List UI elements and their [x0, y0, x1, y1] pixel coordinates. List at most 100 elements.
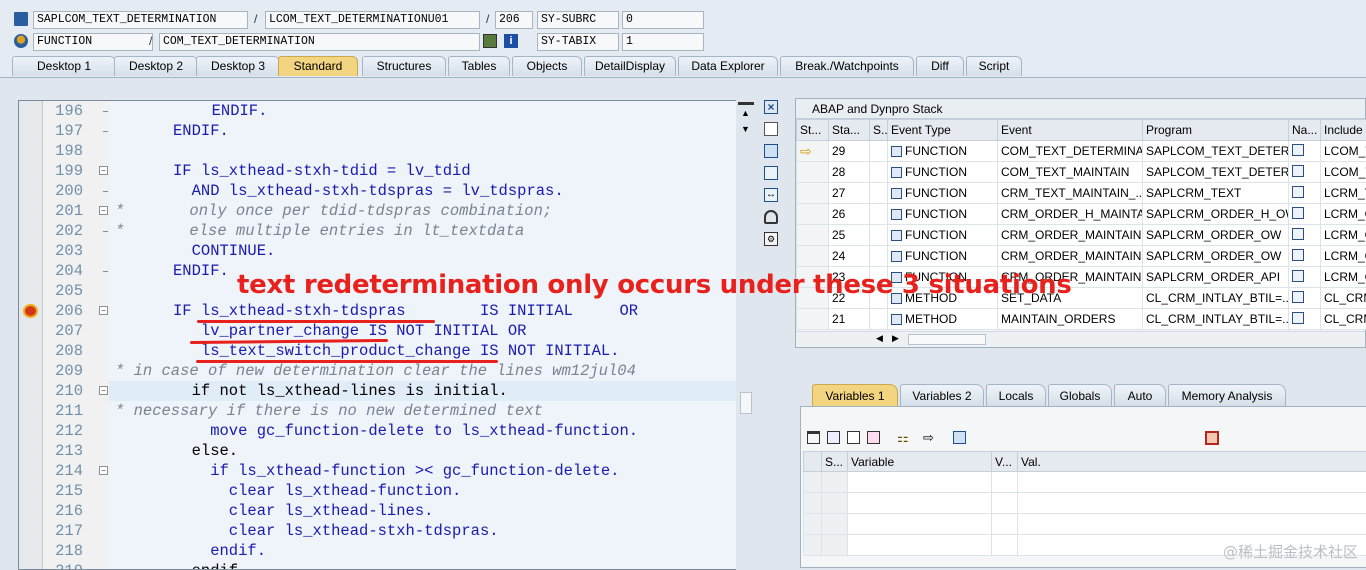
col-header[interactable]: S..: [870, 120, 888, 141]
tab-structures[interactable]: Structures: [362, 56, 446, 76]
scroll-up-icon[interactable]: ▲: [741, 108, 750, 118]
table-row[interactable]: 21 METHOD MAINTAIN_ORDERS CL_CRM_INTLAY_…: [797, 309, 1366, 330]
fold-toggle[interactable]: −: [99, 386, 108, 395]
navigate-icon[interactable]: [1292, 207, 1304, 219]
maximize-icon[interactable]: [764, 166, 778, 180]
tab-auto[interactable]: Auto: [1114, 384, 1166, 406]
table-row[interactable]: [804, 472, 1366, 493]
save-layout-icon[interactable]: [1205, 431, 1219, 445]
scroll-thumb[interactable]: [740, 392, 752, 414]
navigate-icon[interactable]: [1292, 186, 1304, 198]
close-icon[interactable]: ×: [764, 100, 778, 114]
code-line: endif.: [173, 561, 247, 570]
navigate-icon[interactable]: [1292, 270, 1304, 282]
editor-scrollbar[interactable]: ▲ ▼: [736, 100, 756, 570]
code-line: * in case of new determination clear the…: [115, 361, 636, 381]
tab-desktop-3[interactable]: Desktop 3: [196, 56, 280, 76]
col-header[interactable]: Include: [1321, 120, 1366, 141]
program-field[interactable]: SAPLCOM_TEXT_DETERMINATION: [33, 11, 248, 29]
col-header[interactable]: V...: [992, 452, 1018, 472]
tab-desktop-1[interactable]: Desktop 1: [12, 56, 116, 76]
source-editor[interactable]: 196 ENDIF. 197ENDIF. 198 199−IF ls_xthea…: [18, 100, 756, 570]
tab-standard[interactable]: Standard: [278, 56, 358, 76]
table-row[interactable]: 28 FUNCTION COM_TEXT_MAINTAIN SAPLCOM_TE…: [797, 162, 1366, 183]
event-type: FUNCTION: [905, 207, 967, 221]
navigate-icon[interactable]: [1292, 312, 1304, 324]
table-row[interactable]: ⇨ 29 FUNCTION COM_TEXT_DETERMINA... SAPL…: [797, 141, 1366, 162]
scroll-down-icon[interactable]: ▼: [741, 124, 750, 134]
event-field: COM_TEXT_DETERMINATION: [159, 33, 480, 51]
function-icon: [14, 34, 28, 48]
scroll-thumb[interactable]: [908, 334, 986, 345]
new-tool-icon[interactable]: [764, 122, 778, 136]
line-number: 214: [43, 461, 83, 481]
hierarchy-icon[interactable]: ⚏: [897, 431, 912, 444]
list-icon[interactable]: [847, 431, 860, 444]
sysvar1-value[interactable]: 0: [622, 11, 704, 29]
tab-desktop-2[interactable]: Desktop 2: [114, 56, 198, 76]
tab-locals[interactable]: Locals: [986, 384, 1046, 406]
table-row[interactable]: 24 FUNCTION CRM_ORDER_MAINTAIN... SAPLCR…: [797, 246, 1366, 267]
line-field[interactable]: 206: [495, 11, 533, 29]
tab-script[interactable]: Script: [966, 56, 1022, 76]
tab-memory-analysis[interactable]: Memory Analysis: [1168, 384, 1286, 406]
move-icon[interactable]: ⇨: [923, 431, 938, 444]
col-header[interactable]: Sta...: [829, 120, 870, 141]
tab-globals[interactable]: Globals: [1048, 384, 1112, 406]
navigate-icon[interactable]: [1292, 291, 1304, 303]
navigate-icon[interactable]: [1292, 144, 1304, 156]
include-name: LCRM_O: [1321, 225, 1366, 246]
scroll-right-icon[interactable]: ▶: [892, 333, 899, 344]
table-row[interactable]: 25 FUNCTION CRM_ORDER_MAINTAIN... SAPLCR…: [797, 225, 1366, 246]
fold-toggle[interactable]: −: [99, 166, 108, 175]
col-header[interactable]: Event Type: [888, 120, 998, 141]
col-header[interactable]: Na...: [1289, 120, 1321, 141]
table-row[interactable]: 26 FUNCTION CRM_ORDER_H_MAINTA... SAPLCR…: [797, 204, 1366, 225]
tab-variables-2[interactable]: Variables 2: [900, 384, 984, 406]
line-number: 196: [43, 101, 83, 121]
current-statement-icon[interactable]: [23, 304, 38, 318]
col-header[interactable]: Event: [998, 120, 1143, 141]
event-type-icon: [891, 314, 902, 325]
tab-diff[interactable]: Diff: [916, 56, 964, 76]
table-row[interactable]: 27 FUNCTION CRM_TEXT_MAINTAIN_... SAPLCR…: [797, 183, 1366, 204]
cursor-icon[interactable]: [953, 431, 966, 444]
tab-data-explorer[interactable]: Data Explorer: [678, 56, 778, 76]
event-type: FUNCTION: [905, 228, 967, 242]
col-header[interactable]: Program: [1143, 120, 1289, 141]
table-row[interactable]: [804, 493, 1366, 514]
sysvar2-value[interactable]: 1: [622, 33, 704, 51]
scroll-left-icon[interactable]: ◀: [876, 333, 883, 344]
fold-toggle[interactable]: −: [99, 206, 108, 215]
program-name: CL_CRM_INTLAY_BTIL=...: [1143, 288, 1289, 309]
settings-icon[interactable]: ⚙: [764, 232, 778, 246]
col-header[interactable]: Val.: [1018, 452, 1366, 472]
program-name: SAPLCRM_TEXT: [1143, 183, 1289, 204]
resize-icon[interactable]: ↔: [764, 188, 778, 202]
swap-tool-icon[interactable]: [764, 144, 778, 158]
sysvar1-name: SY-SUBRC: [537, 11, 619, 29]
col-header[interactable]: S...: [822, 452, 848, 472]
save-variables-icon[interactable]: [867, 431, 880, 444]
fold-toggle[interactable]: −: [99, 466, 108, 475]
navigate-icon[interactable]: [1292, 165, 1304, 177]
col-header[interactable]: Variable: [848, 452, 992, 472]
display-source-icon[interactable]: [483, 34, 497, 48]
tab-tables[interactable]: Tables: [448, 56, 510, 76]
include-field[interactable]: LCOM_TEXT_DETERMINATIONU01: [265, 11, 480, 29]
tab-breakpoints[interactable]: Break./Watchpoints: [780, 56, 914, 76]
tab-variables-1[interactable]: Variables 1: [812, 384, 898, 406]
import-icon[interactable]: [827, 431, 840, 444]
navigate-icon[interactable]: [1292, 228, 1304, 240]
delete-icon[interactable]: [807, 431, 820, 444]
services-icon[interactable]: [764, 210, 778, 224]
info-icon[interactable]: i: [504, 34, 518, 48]
stack-hscrollbar[interactable]: ◀ ▶: [796, 331, 1365, 347]
table-row[interactable]: [804, 514, 1366, 535]
col-header[interactable]: St...: [797, 120, 829, 141]
tab-detaildisplay[interactable]: DetailDisplay: [584, 56, 676, 76]
tab-objects[interactable]: Objects: [512, 56, 582, 76]
separator: /: [149, 34, 152, 48]
navigate-icon[interactable]: [1292, 249, 1304, 261]
fold-toggle[interactable]: −: [99, 306, 108, 315]
